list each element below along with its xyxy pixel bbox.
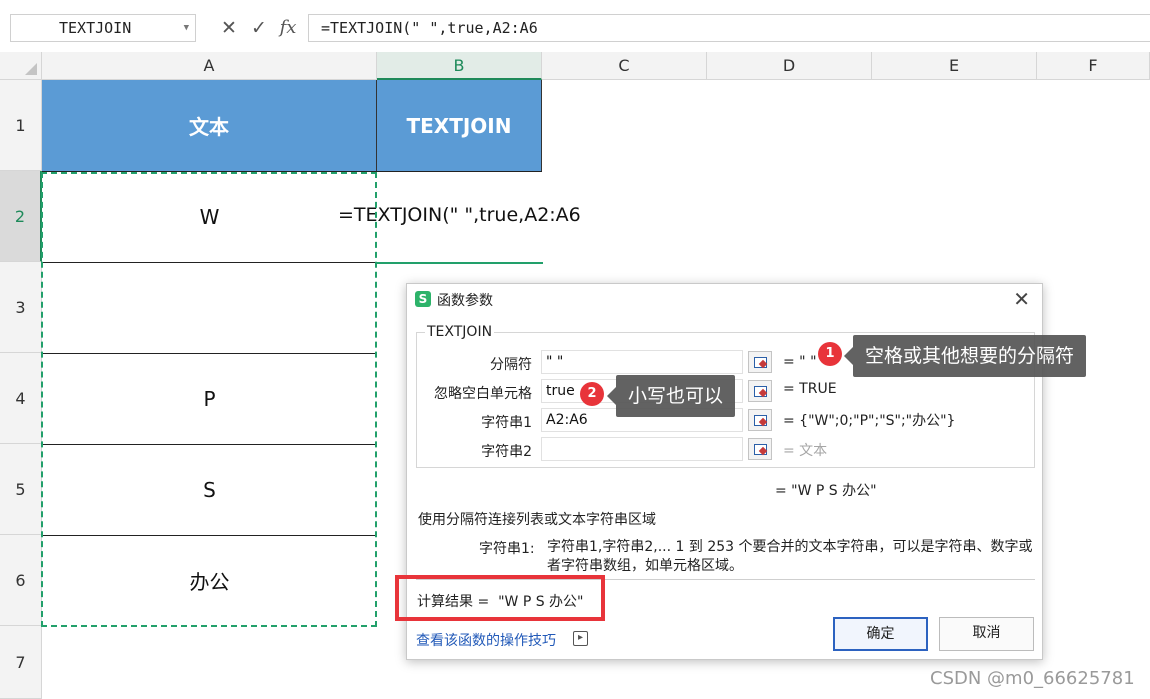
select-all-corner[interactable] — [0, 52, 42, 80]
param-result-ignore-empty: = TRUE — [783, 381, 837, 397]
cancel-icon[interactable]: ✕ — [218, 14, 240, 42]
annotation-badge-1: 1 — [818, 342, 842, 366]
column-header-b[interactable]: B — [377, 52, 542, 80]
name-box-value: TEXTJOIN — [59, 19, 132, 37]
table-border — [42, 262, 377, 263]
fx-icon[interactable]: fx — [277, 14, 299, 42]
row-header-6[interactable]: 6 — [0, 535, 42, 626]
param-label-text1: 字符串1 — [481, 415, 532, 431]
name-box[interactable]: TEXTJOIN ▼ — [10, 14, 196, 42]
param-result-text1: = {"W";0;"P";"S";"办公"} — [783, 413, 956, 429]
param-label-delimiter: 分隔符 — [490, 357, 532, 373]
range-select-icon[interactable] — [748, 409, 772, 431]
active-cell-border — [377, 262, 543, 264]
annotation-callout-2: 小写也可以 — [606, 375, 736, 417]
row-header-7[interactable]: 7 — [0, 626, 42, 699]
argument-description: 字符串1,字符串2,... 1 到 253 个要合并的文本字符串，可以是字符串、… — [547, 539, 1033, 574]
chevron-down-icon[interactable]: ▼ — [184, 15, 189, 41]
row-header-1[interactable]: 1 — [0, 80, 42, 171]
function-name-label: TEXTJOIN — [425, 324, 495, 340]
param-result-text2: = 文本 — [783, 443, 828, 459]
cell-a4[interactable]: P — [42, 353, 377, 444]
column-header-f[interactable]: F — [1037, 52, 1150, 80]
range-select-icon[interactable] — [748, 351, 772, 373]
argument-name: 字符串1: — [479, 541, 535, 557]
column-header-e[interactable]: E — [872, 52, 1037, 80]
cell-a6[interactable]: 办公 — [42, 535, 377, 626]
function-description: 使用分隔符连接列表或文本字符串区域 — [418, 512, 656, 528]
param-label-ignore-empty: 忽略空白单元格 — [434, 386, 532, 402]
param-input-text2[interactable] — [541, 437, 743, 461]
cell-a2[interactable]: W — [42, 171, 377, 262]
video-icon[interactable]: ▸ — [573, 631, 588, 646]
formula-input[interactable]: =TEXTJOIN(" ",true,A2:A6 — [308, 14, 1150, 42]
cell-a5[interactable]: S — [42, 444, 377, 535]
range-select-icon[interactable] — [748, 380, 772, 402]
row-header-3[interactable]: 3 — [0, 262, 42, 353]
range-select-icon[interactable] — [748, 438, 772, 460]
formula-bar: TEXTJOIN ▼ ✕ ✓ fx =TEXTJOIN(" ",true,A2:… — [0, 0, 1150, 52]
dialog-title: 函数参数 — [437, 293, 493, 309]
param-result-delimiter: = " " — [783, 354, 817, 370]
help-link[interactable]: 查看该函数的操作技巧 — [416, 630, 556, 650]
cell-b2-editing-formula[interactable]: =TEXTJOIN(" ",true,A2:A6 — [338, 204, 581, 226]
column-header-c[interactable]: C — [542, 52, 707, 80]
param-input-delimiter[interactable]: " " — [541, 350, 743, 374]
watermark: CSDN @m0_66625781 — [930, 668, 1135, 689]
column-header-d[interactable]: D — [707, 52, 872, 80]
row-header-5[interactable]: 5 — [0, 444, 42, 535]
dialog-title-bar[interactable]: S 函数参数 ✕ — [407, 284, 1042, 314]
column-header-a[interactable]: A — [42, 52, 377, 80]
param-label-text2: 字符串2 — [481, 444, 532, 460]
cell-a1[interactable]: 文本 — [42, 80, 377, 171]
confirm-icon[interactable]: ✓ — [248, 14, 270, 42]
formula-total-result: = "W P S 办公" — [775, 483, 877, 499]
ok-button[interactable]: 确定 — [833, 617, 928, 651]
cell-b1[interactable]: TEXTJOIN — [377, 80, 542, 171]
annotation-callout-1: 空格或其他想要的分隔符 — [843, 335, 1087, 377]
row-header-2[interactable]: 2 — [0, 171, 42, 262]
wps-app-icon: S — [415, 291, 431, 307]
highlight-box — [395, 575, 605, 621]
annotation-badge-2: 2 — [580, 382, 604, 406]
row-header-4[interactable]: 4 — [0, 353, 42, 444]
close-icon[interactable]: ✕ — [1013, 287, 1030, 311]
cancel-button[interactable]: 取消 — [939, 617, 1034, 651]
